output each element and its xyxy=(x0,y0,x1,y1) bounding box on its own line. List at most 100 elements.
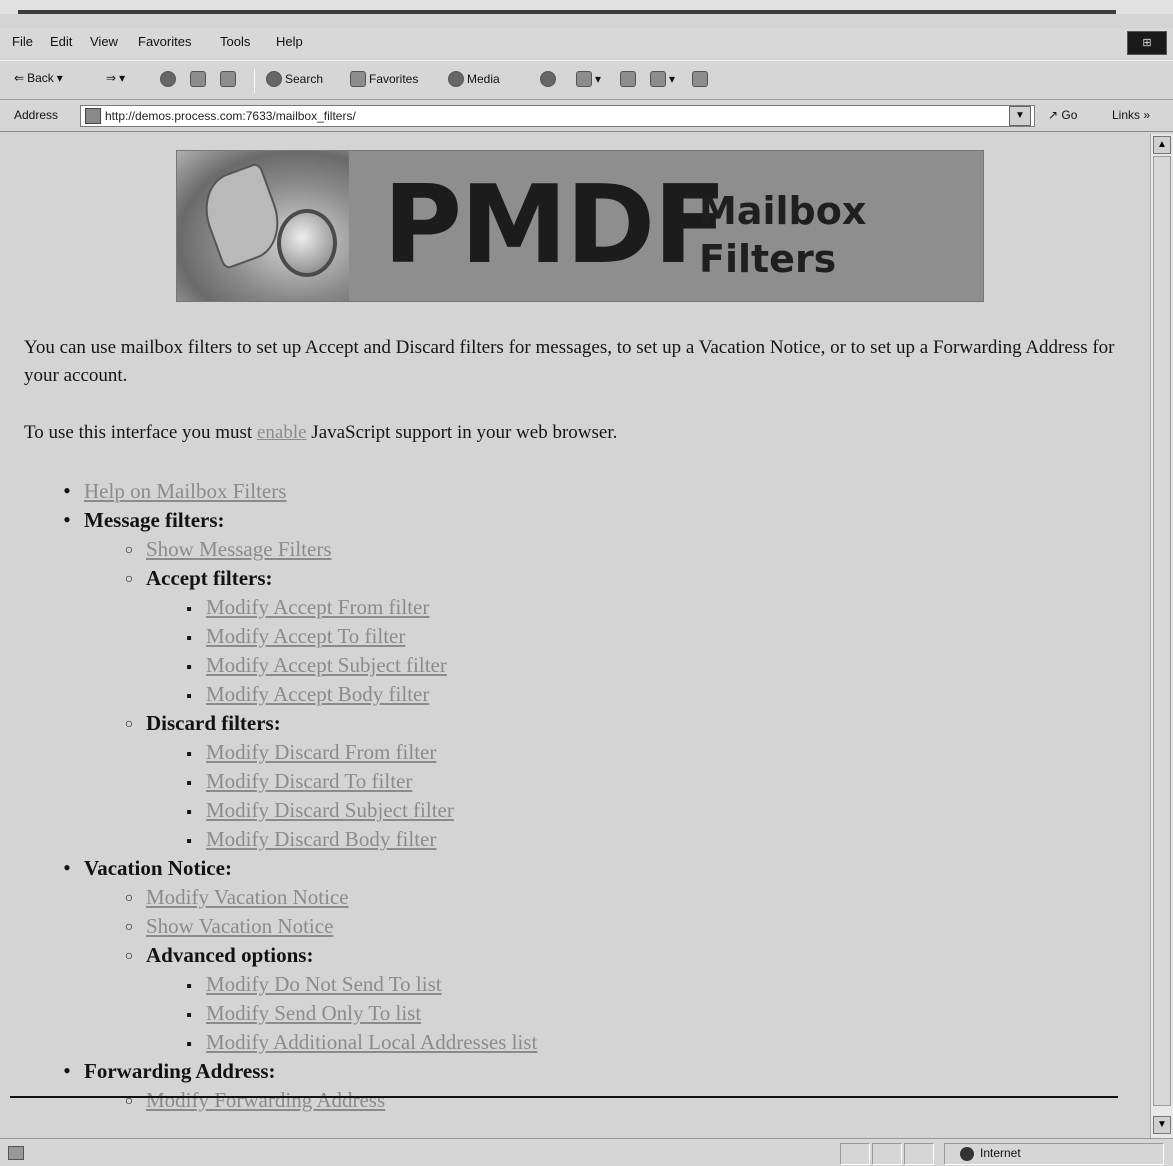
windows-logo-icon: ⊞ xyxy=(1127,31,1167,55)
js-notice-after: JavaScript support in your web browser. xyxy=(306,422,618,443)
list-item: Modify Vacation Notice xyxy=(124,884,349,914)
media-button[interactable]: Media xyxy=(448,71,500,87)
section-heading-accept-filters: Accept filters: xyxy=(146,566,273,590)
chevron-down-icon[interactable]: ▾ xyxy=(57,71,63,85)
forward-button[interactable]: ⇒ ▾ xyxy=(106,71,125,85)
modify-discard-body-link[interactable]: Modify Discard Body filter xyxy=(206,827,436,851)
list-item: Help on Mailbox Filters xyxy=(62,478,286,504)
help-link[interactable]: Help on Mailbox Filters xyxy=(84,479,286,503)
address-label: Address xyxy=(14,108,59,122)
refresh-button[interactable] xyxy=(190,71,206,87)
media-icon xyxy=(448,71,464,87)
menu-view[interactable]: View xyxy=(90,34,118,49)
section-heading-forwarding-address: Forwarding Address: xyxy=(84,1059,276,1083)
page-content: PMDF Mailbox Filters You can use mailbox… xyxy=(0,134,1150,1138)
status-zone-cell xyxy=(944,1143,1164,1165)
bullet xyxy=(124,710,134,740)
bullet xyxy=(62,1058,72,1084)
chevron-down-icon[interactable]: ▾ xyxy=(119,71,125,85)
discuss-button[interactable] xyxy=(692,71,708,87)
go-label: Go xyxy=(1061,108,1078,122)
arrow-down-icon: ▼ xyxy=(1157,1119,1167,1130)
menu-favorites[interactable]: Favorites xyxy=(138,34,191,49)
list-item: Modify Accept To filter xyxy=(184,623,405,652)
menu-bar: File Edit View Favorites Tools Help ⊞ xyxy=(0,28,1173,58)
bullet xyxy=(124,913,134,943)
list-item: Modify Forwarding Address xyxy=(124,1087,385,1117)
vertical-scrollbar[interactable]: ▲ ▼ xyxy=(1150,134,1173,1138)
menu-file[interactable]: File xyxy=(12,34,33,49)
banner-artwork xyxy=(177,151,349,301)
list-item: Modify Discard To filter xyxy=(184,768,412,797)
bullet xyxy=(62,855,72,881)
search-button[interactable]: Search xyxy=(266,71,323,87)
print-icon xyxy=(620,71,636,87)
menu-help[interactable]: Help xyxy=(276,34,303,49)
show-message-filters-link[interactable]: Show Message Filters xyxy=(146,537,332,561)
bullet xyxy=(184,681,194,710)
links-button[interactable]: Links » xyxy=(1112,108,1150,122)
chevron-down-icon[interactable]: ▾ xyxy=(669,72,675,86)
status-zone: Internet xyxy=(980,1146,1021,1160)
history-icon xyxy=(540,71,556,87)
banner-brand: PMDF xyxy=(383,163,727,288)
list-item: Modify Do Not Send To list xyxy=(184,971,442,1000)
scroll-down-button[interactable]: ▼ xyxy=(1153,1116,1171,1134)
back-arrow-icon: ⇐ xyxy=(14,71,25,85)
section-heading-vacation-notice: Vacation Notice: xyxy=(84,856,232,880)
search-label: Search xyxy=(285,72,324,86)
modify-do-not-send-link[interactable]: Modify Do Not Send To list xyxy=(206,972,442,996)
list-item: Message filters: xyxy=(62,507,225,533)
history-button[interactable] xyxy=(540,71,556,87)
banner-wing-shape xyxy=(193,161,291,271)
bullet xyxy=(184,623,194,652)
modify-accept-to-link[interactable]: Modify Accept To filter xyxy=(206,624,405,648)
pmdf-banner: PMDF Mailbox Filters xyxy=(176,150,984,302)
address-input[interactable]: http://demos.process.com:7633/mailbox_fi… xyxy=(80,105,1035,127)
modify-discard-from-link[interactable]: Modify Discard From filter xyxy=(206,740,436,764)
refresh-icon xyxy=(190,71,206,87)
print-button[interactable] xyxy=(620,71,636,87)
list-item: Vacation Notice: xyxy=(62,855,232,881)
modify-additional-local-link[interactable]: Modify Additional Local Addresses list xyxy=(206,1030,537,1054)
bullet xyxy=(124,536,134,566)
list-item: Modify Discard Subject filter xyxy=(184,797,454,826)
modify-discard-to-link[interactable]: Modify Discard To filter xyxy=(206,769,412,793)
list-item: Modify Send Only To list xyxy=(184,1000,421,1029)
mail-button[interactable]: ▾ xyxy=(576,71,601,87)
list-item: Accept filters: xyxy=(124,565,273,595)
modify-accept-body-link[interactable]: Modify Accept Body filter xyxy=(206,682,429,706)
modify-forwarding-address-link[interactable]: Modify Forwarding Address xyxy=(146,1088,385,1112)
scroll-up-button[interactable]: ▲ xyxy=(1153,136,1171,154)
list-item: Modify Accept Subject filter xyxy=(184,652,447,681)
chevron-down-icon[interactable]: ▾ xyxy=(595,72,601,86)
address-dropdown-button[interactable]: ▼ xyxy=(1009,106,1031,126)
menu-tools[interactable]: Tools xyxy=(220,34,250,49)
discuss-icon xyxy=(692,71,708,87)
home-button[interactable] xyxy=(220,71,236,87)
mail-icon xyxy=(576,71,592,87)
back-label: Back xyxy=(27,71,54,85)
modify-send-only-link[interactable]: Modify Send Only To list xyxy=(206,1001,421,1025)
intro-paragraph: You can use mailbox filters to set up Ac… xyxy=(24,337,1115,386)
menu-edit[interactable]: Edit xyxy=(50,34,72,49)
edit-button[interactable]: ▾ xyxy=(650,71,675,87)
modify-accept-from-link[interactable]: Modify Accept From filter xyxy=(206,595,429,619)
modify-accept-subject-link[interactable]: Modify Accept Subject filter xyxy=(206,653,447,677)
scroll-thumb[interactable] xyxy=(1153,156,1171,1106)
go-button[interactable]: ↗ Go xyxy=(1048,108,1077,122)
list-item: Modify Accept From filter xyxy=(184,594,429,623)
bullet xyxy=(62,478,72,504)
modify-discard-subject-link[interactable]: Modify Discard Subject filter xyxy=(206,798,454,822)
modify-vacation-notice-link[interactable]: Modify Vacation Notice xyxy=(146,885,349,909)
chevron-down-icon: ▼ xyxy=(1015,110,1025,121)
enable-javascript-link[interactable]: enable xyxy=(257,422,307,443)
section-heading-message-filters: Message filters: xyxy=(84,508,225,532)
back-button[interactable]: ⇐ Back ▾ xyxy=(14,71,63,85)
favorites-button[interactable]: Favorites xyxy=(350,71,418,87)
list-item: Discard filters: xyxy=(124,710,281,740)
bullet xyxy=(184,768,194,797)
show-vacation-notice-link[interactable]: Show Vacation Notice xyxy=(146,914,333,938)
list-item: Forwarding Address: xyxy=(62,1058,276,1084)
stop-button[interactable] xyxy=(160,71,176,87)
